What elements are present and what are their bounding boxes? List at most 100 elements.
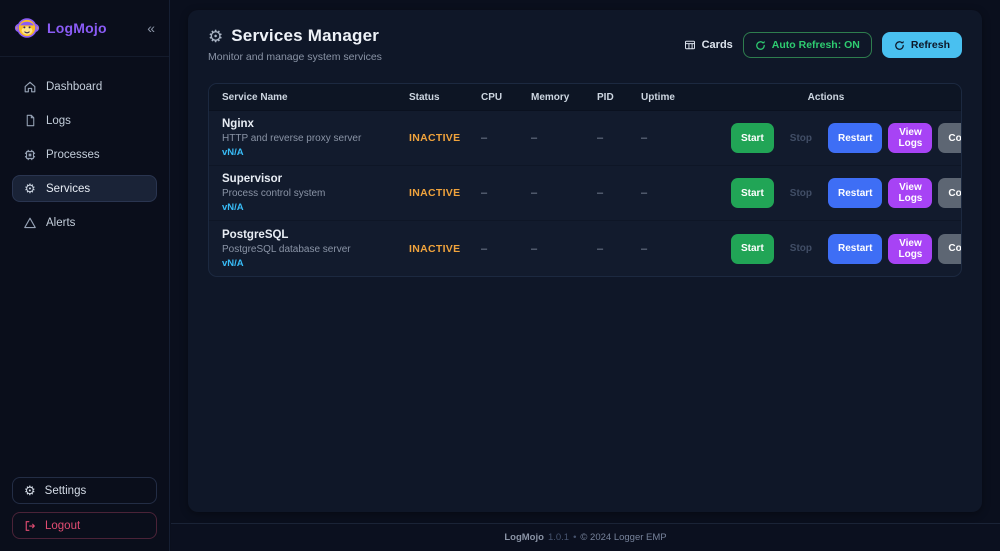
uptime-value: – (641, 242, 648, 255)
actions-cell: Start Stop Restart View Logs Config (731, 123, 961, 153)
sidebar-header: LogMojo « (0, 0, 169, 57)
logout-label: Logout (45, 519, 81, 532)
sidebar-item-processes[interactable]: Processes (12, 141, 157, 168)
footer-separator: • (573, 532, 577, 543)
view-logs-button[interactable]: View Logs (888, 178, 933, 208)
app-logo[interactable]: LogMojo (14, 15, 147, 41)
sidebar-item-label: Alerts (46, 216, 76, 229)
restart-button[interactable]: Restart (828, 178, 883, 208)
footer-version: 1.0.1 (547, 532, 570, 543)
table-icon (684, 39, 696, 51)
cpu-value: – (481, 187, 488, 199)
actions-cell: Start Stop Restart View Logs Config (731, 178, 961, 208)
table-header-row: Service Name Status CPU Memory PID Uptim… (209, 84, 961, 111)
title-block: ⚙ Services Manager Monitor and manage sy… (208, 26, 382, 63)
service-version: vN/A (222, 202, 244, 213)
table-row: PostgreSQL PostgreSQL database server vN… (209, 221, 961, 276)
service-name: Nginx (222, 118, 254, 130)
refresh-icon (894, 40, 905, 51)
start-button[interactable]: Start (731, 178, 774, 208)
column-header-status: Status (409, 91, 440, 103)
service-name-cell: PostgreSQL PostgreSQL database server vN… (209, 229, 409, 269)
refresh-icon (755, 40, 766, 51)
view-logs-button[interactable]: View Logs (888, 233, 933, 264)
main-area: ⚙ Services Manager Monitor and manage sy… (171, 0, 1000, 551)
stop-button[interactable]: Stop (780, 234, 822, 264)
settings-label: Settings (44, 484, 87, 497)
services-manager-panel: ⚙ Services Manager Monitor and manage sy… (188, 10, 982, 512)
column-header-memory: Memory (531, 91, 570, 103)
restart-button[interactable]: Restart (828, 123, 883, 153)
monkey-logo-icon (14, 15, 40, 41)
sidebar-nav: Dashboard Logs Processes ⚙ Services Aler… (0, 57, 169, 252)
app-name: LogMojo (47, 20, 107, 36)
column-header-service-name: Service Name (222, 91, 288, 103)
sidebar-item-label: Processes (46, 148, 100, 161)
status-badge: INACTIVE (409, 242, 461, 255)
uptime-value: – (641, 187, 648, 199)
table-row: Supervisor Process control system vN/A I… (209, 166, 961, 221)
uptime-value: – (641, 132, 648, 144)
config-button[interactable]: Config (938, 178, 961, 208)
gear-icon: ⚙ (24, 483, 36, 498)
home-icon (23, 80, 37, 94)
sidebar-item-label: Logs (46, 114, 71, 127)
auto-refresh-label: Auto Refresh: ON (771, 39, 860, 51)
service-name: Supervisor (222, 173, 283, 185)
page-subtitle: Monitor and manage system services (208, 51, 382, 63)
gear-icon: ⚙ (24, 181, 36, 196)
stop-button[interactable]: Stop (780, 123, 822, 153)
column-header-actions: Actions (807, 91, 845, 103)
config-button[interactable]: Config (938, 123, 961, 153)
start-button[interactable]: Start (731, 123, 774, 153)
panel-header: ⚙ Services Manager Monitor and manage sy… (208, 26, 962, 63)
sidebar-item-label: Services (46, 182, 91, 195)
header-actions: Cards Auto Refresh: ON Refresh (684, 32, 962, 58)
sidebar-item-alerts[interactable]: Alerts (12, 209, 157, 236)
logout-button[interactable]: Logout (12, 512, 157, 539)
sidebar-item-dashboard[interactable]: Dashboard (12, 73, 157, 100)
sidebar-item-label: Dashboard (46, 80, 103, 93)
memory-value: – (531, 187, 538, 199)
footer-app-name: LogMojo (504, 532, 544, 543)
column-header-cpu: CPU (481, 91, 503, 103)
services-table: Service Name Status CPU Memory PID Uptim… (208, 83, 962, 277)
memory-value: – (531, 242, 538, 255)
status-badge: INACTIVE (409, 187, 461, 199)
sidebar: LogMojo « Dashboard Logs Processes ⚙ Ser… (0, 0, 170, 551)
sidebar-item-services[interactable]: ⚙ Services (12, 175, 157, 202)
pid-value: – (597, 242, 604, 255)
cards-view-toggle-button[interactable]: Cards (684, 39, 733, 51)
auto-refresh-toggle-button[interactable]: Auto Refresh: ON (742, 32, 872, 58)
footer-copyright: © 2024 Logger EMP (580, 532, 667, 543)
sidebar-item-logs[interactable]: Logs (12, 107, 157, 134)
pid-value: – (597, 187, 604, 199)
logout-icon (24, 520, 36, 532)
status-badge: INACTIVE (409, 132, 461, 144)
refresh-label: Refresh (910, 39, 950, 51)
service-description: HTTP and reverse proxy server (222, 133, 362, 144)
page-title: Services Manager (231, 26, 380, 45)
file-icon (23, 114, 37, 128)
refresh-button[interactable]: Refresh (881, 32, 962, 58)
restart-button[interactable]: Restart (828, 233, 883, 264)
pid-value: – (597, 132, 604, 144)
service-name-cell: Nginx HTTP and reverse proxy server vN/A (209, 118, 409, 158)
service-name: PostgreSQL (222, 228, 289, 241)
config-button[interactable]: Config (938, 233, 961, 264)
service-name-cell: Supervisor Process control system vN/A (209, 173, 409, 213)
view-logs-button[interactable]: View Logs (888, 123, 933, 153)
cards-label: Cards (701, 39, 733, 51)
memory-value: – (531, 132, 538, 144)
service-version: vN/A (222, 147, 244, 158)
gear-icon: ⚙ (208, 26, 224, 46)
cpu-value: – (481, 242, 488, 255)
service-description: PostgreSQL database server (222, 243, 351, 255)
column-header-uptime: Uptime (641, 91, 675, 103)
stop-button[interactable]: Stop (780, 178, 822, 208)
start-button[interactable]: Start (731, 233, 774, 264)
settings-button[interactable]: ⚙ Settings (12, 477, 157, 504)
sidebar-bottom: ⚙ Settings Logout (0, 465, 169, 551)
warning-icon (23, 216, 37, 230)
sidebar-collapse-button[interactable]: « (147, 20, 155, 36)
